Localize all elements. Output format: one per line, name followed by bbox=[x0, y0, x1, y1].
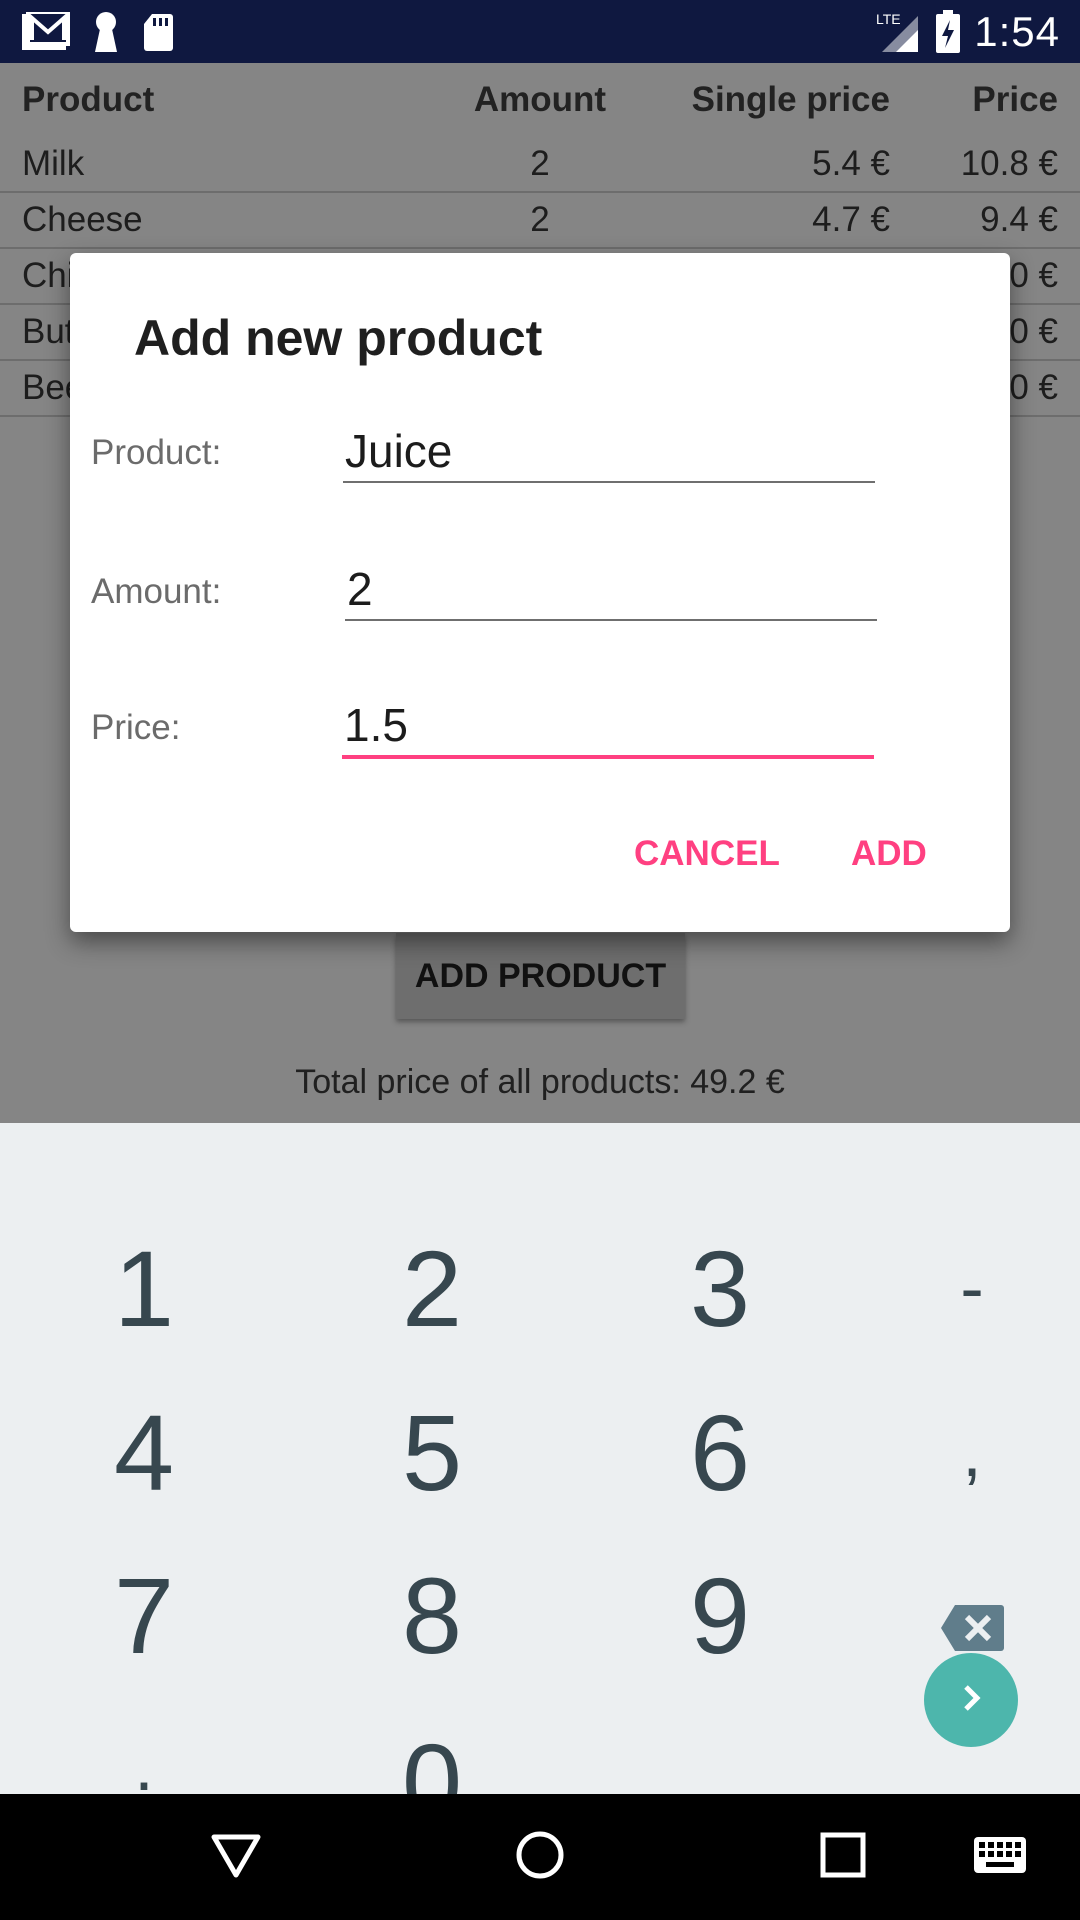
table-row[interactable]: Cheese 2 4.7 € 9.4 € bbox=[0, 193, 1080, 249]
add-button[interactable]: ADD bbox=[845, 824, 933, 884]
recents-button[interactable] bbox=[803, 1822, 883, 1892]
key-5[interactable]: 5 bbox=[297, 1369, 567, 1535]
key-minus[interactable]: - bbox=[837, 1205, 1080, 1371]
table-header: Product Amount Single price Price bbox=[0, 63, 1080, 137]
navigation-bar bbox=[0, 1794, 1080, 1920]
key-1[interactable]: 1 bbox=[9, 1205, 279, 1371]
gmail-icon bbox=[22, 12, 70, 52]
amount-input[interactable] bbox=[345, 559, 877, 621]
signal-icon: LTE bbox=[876, 10, 922, 54]
back-triangle-icon bbox=[210, 1831, 262, 1884]
home-circle-icon bbox=[514, 1829, 566, 1886]
total-price-text: Total price of all products: 49.2 € bbox=[295, 1063, 785, 1101]
key-3[interactable]: 3 bbox=[585, 1205, 855, 1371]
cancel-button[interactable]: CANCEL bbox=[628, 824, 786, 884]
status-bar: LTE 1:54 bbox=[0, 0, 1080, 63]
next-button[interactable] bbox=[924, 1653, 1018, 1747]
cell-price: 10.8 € bbox=[960, 144, 1058, 183]
next-arrow-icon bbox=[954, 1681, 988, 1720]
keyhole-icon bbox=[92, 11, 120, 53]
cell-product: Chi bbox=[22, 256, 75, 295]
dialog-title: Add new product bbox=[134, 310, 543, 366]
battery-charging-icon bbox=[934, 10, 962, 54]
key-6[interactable]: 6 bbox=[585, 1369, 855, 1535]
price-label: Price: bbox=[91, 708, 181, 747]
recents-square-icon bbox=[819, 1831, 867, 1884]
numeric-keyboard: 1 2 3 - 4 5 6 , 7 8 9 . 0 _ bbox=[0, 1123, 1080, 1842]
add-product-dialog: Add new product Product: Amount: Price: … bbox=[70, 253, 1010, 932]
key-8[interactable]: 8 bbox=[297, 1532, 567, 1698]
key-comma[interactable]: , bbox=[837, 1369, 1080, 1535]
svg-text:LTE: LTE bbox=[876, 11, 901, 27]
clock: 1:54 bbox=[974, 8, 1060, 55]
header-single-price: Single price bbox=[691, 80, 890, 119]
back-button[interactable] bbox=[196, 1822, 276, 1892]
sd-card-icon bbox=[142, 12, 174, 52]
key-7[interactable]: 7 bbox=[9, 1532, 279, 1698]
cell-amount: 2 bbox=[530, 144, 550, 183]
header-amount: Amount bbox=[473, 80, 607, 119]
product-input[interactable] bbox=[343, 421, 875, 483]
cell-amount: 2 bbox=[530, 200, 550, 239]
price-input[interactable] bbox=[342, 695, 874, 759]
cell-single-price: 4.7 € bbox=[812, 200, 890, 239]
home-button[interactable] bbox=[500, 1822, 580, 1892]
key-9[interactable]: 9 bbox=[585, 1532, 855, 1698]
key-4[interactable]: 4 bbox=[9, 1369, 279, 1535]
cell-product: Cheese bbox=[22, 200, 143, 239]
product-label: Product: bbox=[91, 433, 222, 472]
header-price: Price bbox=[972, 80, 1058, 119]
cell-product: Milk bbox=[22, 144, 85, 183]
keyboard-icon bbox=[973, 1836, 1027, 1879]
amount-label: Amount: bbox=[91, 572, 222, 611]
keyboard-switch-button[interactable] bbox=[960, 1822, 1040, 1892]
cell-single-price: 5.4 € bbox=[812, 144, 890, 183]
add-product-button[interactable]: ADD PRODUCT bbox=[396, 933, 685, 1019]
cell-price: 9.4 € bbox=[980, 200, 1058, 239]
table-row[interactable]: Milk 2 5.4 € 10.8 € bbox=[0, 137, 1080, 193]
header-product: Product bbox=[22, 80, 155, 119]
cell-product: But bbox=[22, 312, 75, 351]
key-2[interactable]: 2 bbox=[297, 1205, 567, 1371]
